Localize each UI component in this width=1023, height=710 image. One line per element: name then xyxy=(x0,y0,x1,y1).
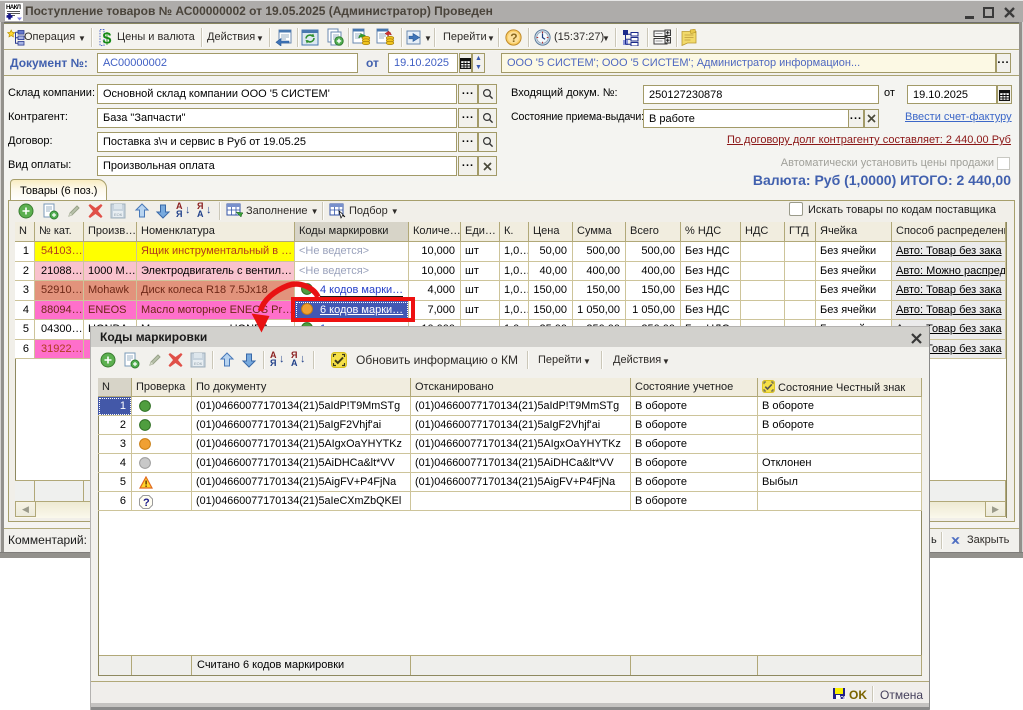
svg-text:?: ? xyxy=(510,31,517,45)
svg-text:ЕОК: ЕОК xyxy=(114,212,123,217)
svg-text:НАКЛ: НАКЛ xyxy=(6,4,21,11)
svg-text:ЕОК: ЕОК xyxy=(194,361,203,366)
svg-text:$: $ xyxy=(103,31,112,48)
svg-text:?: ? xyxy=(143,497,150,509)
svg-text:OK: OK xyxy=(840,696,846,701)
